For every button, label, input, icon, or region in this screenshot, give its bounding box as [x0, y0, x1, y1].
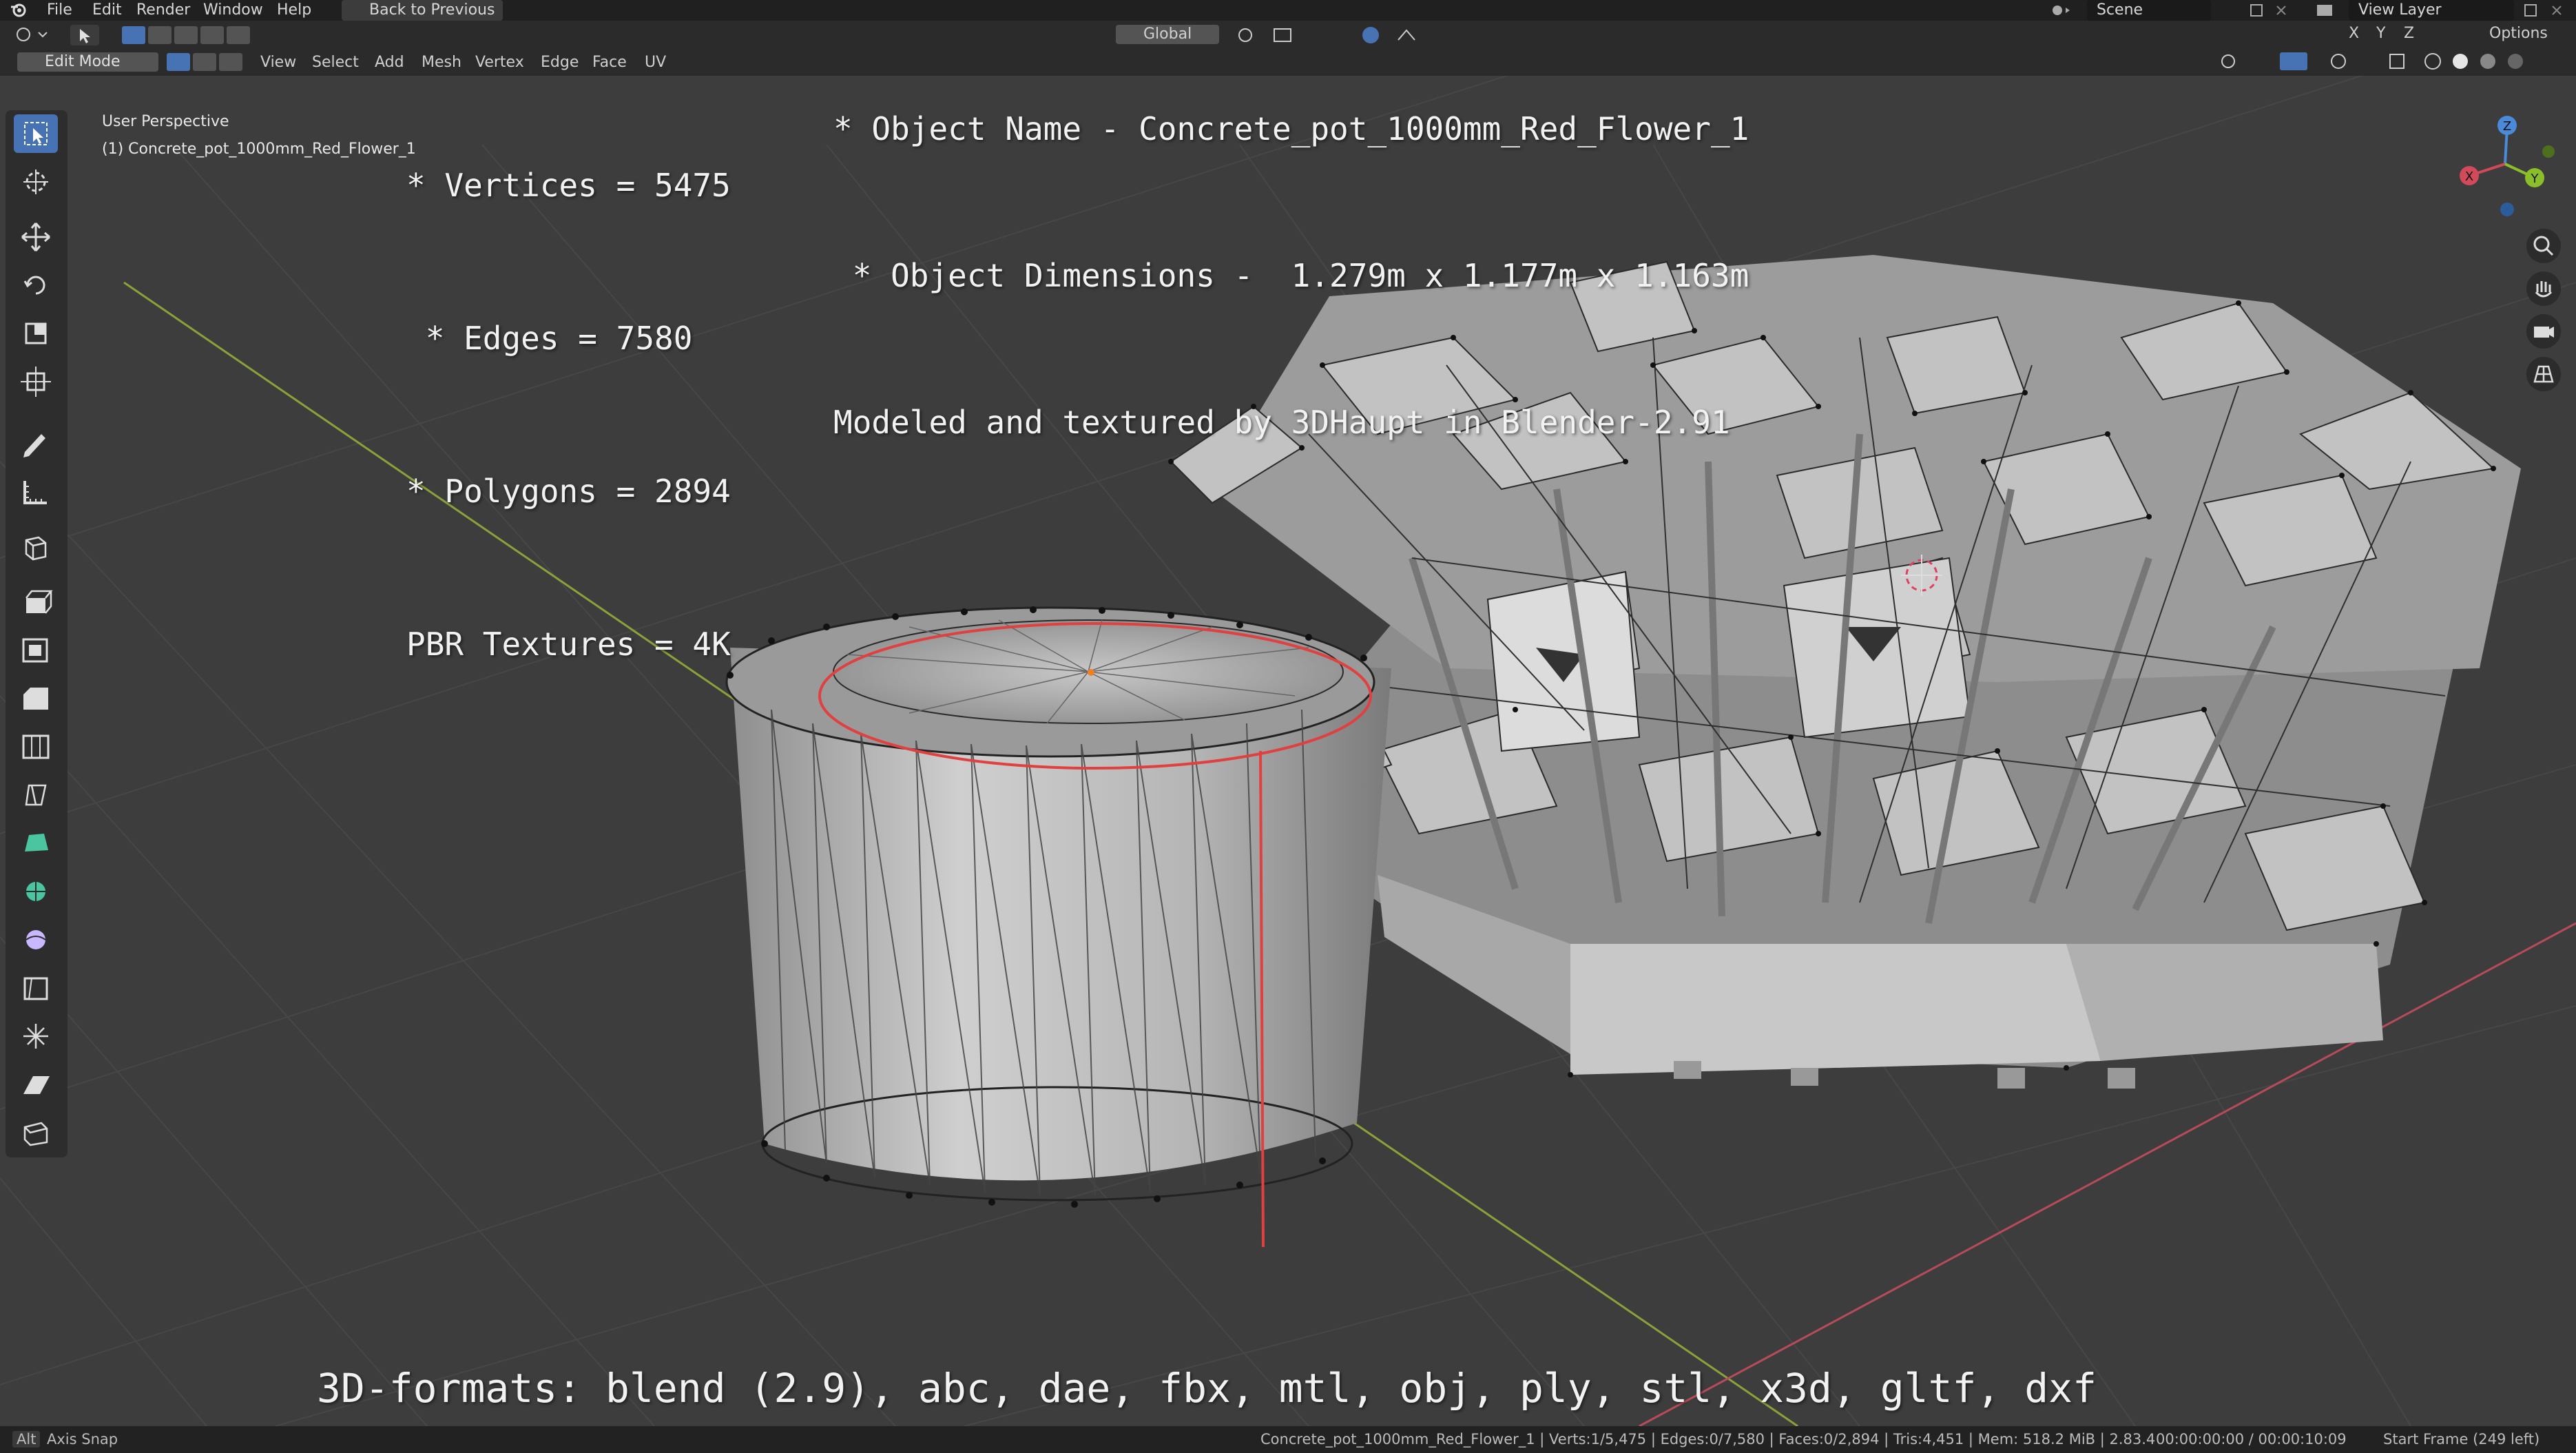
- back-to-previous-button[interactable]: Back to Previous: [342, 0, 503, 21]
- new-scene-icon[interactable]: [2247, 0, 2267, 21]
- select-box-tool-icon[interactable]: [14, 114, 58, 153]
- measure-tool-icon[interactable]: [14, 473, 58, 511]
- axis-x-toggle[interactable]: X: [2349, 25, 2359, 42]
- rip-region-tool-icon[interactable]: [14, 1113, 58, 1152]
- timeline-time: 00:00:00:00 / 00:00:10:09: [2156, 1431, 2347, 1447]
- polygons-stat: * Polygons = 2894: [406, 473, 731, 510]
- view-perspective-label: User Perspective: [102, 113, 229, 130]
- poly-build-tool-icon[interactable]: [14, 824, 58, 863]
- select-box-tool-icon[interactable]: [69, 23, 101, 51]
- stats-overlay: * Vertices = 5475 * Edges = 7580 * Polyg…: [406, 58, 731, 721]
- start-frame-info: Start Frame (249 left): [2383, 1431, 2540, 1447]
- view-layer-icon[interactable]: [2313, 0, 2340, 21]
- scene-field[interactable]: Scene: [2087, 0, 2211, 21]
- blender-logo-icon[interactable]: [10, 0, 28, 21]
- annotate-tool-icon[interactable]: [14, 424, 58, 463]
- pbr-textures-stat: PBR Textures = 4K: [406, 626, 731, 663]
- camera-view-icon[interactable]: [2526, 314, 2561, 349]
- menu-render[interactable]: Render: [136, 0, 190, 21]
- status-hint: Axis Snap: [47, 1431, 118, 1447]
- pan-hand-icon[interactable]: [2526, 271, 2561, 306]
- scene-statistics: Concrete_pot_1000mm_Red_Flower_1 | Verts…: [1260, 1431, 2156, 1447]
- inset-tool-icon[interactable]: [14, 631, 58, 670]
- shear-tool-icon[interactable]: [14, 1065, 58, 1104]
- active-vertex: [1088, 669, 1094, 676]
- gizmo-y-label: Y: [2531, 172, 2539, 186]
- close-scene-icon[interactable]: [2273, 0, 2289, 21]
- axis-z-toggle[interactable]: Z: [2404, 25, 2414, 42]
- menu-file[interactable]: File: [47, 0, 72, 21]
- gizmo-z-label: Z: [2503, 119, 2511, 134]
- axis-y-toggle[interactable]: Y: [2376, 25, 2385, 42]
- vertices-stat: * Vertices = 5475: [406, 167, 731, 204]
- perspective-toggle-icon[interactable]: [2526, 357, 2561, 391]
- select-mode-buttons[interactable]: [165, 50, 248, 78]
- edge-slide-tool-icon[interactable]: [14, 969, 58, 1007]
- viewport-shading-icons[interactable]: [2214, 50, 2559, 77]
- extrude-tool-icon[interactable]: [14, 583, 58, 621]
- scale-tool-icon[interactable]: [14, 314, 58, 353]
- transform-tool-icon[interactable]: [14, 362, 58, 401]
- object-dimensions-line: * Object Dimensions - 1.279m x 1.177m x …: [833, 257, 1749, 294]
- view-layer-field[interactable]: View Layer: [2349, 0, 2514, 21]
- bevel-tool-icon[interactable]: [14, 679, 58, 718]
- info-overlay: * Object Name - Concrete_pot_1000mm_Red_…: [833, 7, 1749, 496]
- close-view-layer-icon[interactable]: [2548, 0, 2565, 21]
- new-view-layer-icon[interactable]: [2521, 0, 2542, 21]
- loop-cut-tool-icon[interactable]: [14, 728, 58, 766]
- spin-tool-icon[interactable]: [14, 872, 58, 911]
- formats-caption: 3D-formats: blend (2.9), abc, dae, fbx, …: [317, 1365, 2097, 1412]
- edges-stat: * Edges = 7580: [406, 320, 693, 357]
- menu-window[interactable]: Window: [203, 0, 263, 21]
- menu-edit[interactable]: Edit: [92, 0, 122, 21]
- credits-line: Modeled and textured by 3DHaupt in Blend…: [833, 404, 1730, 441]
- menu-select[interactable]: Select: [312, 54, 359, 71]
- shrink-fatten-tool-icon[interactable]: [14, 1017, 58, 1055]
- selection-mode-icons[interactable]: [121, 23, 251, 51]
- smooth-tool-icon[interactable]: [14, 920, 58, 959]
- scene-icon[interactable]: [2049, 0, 2077, 21]
- knife-tool-icon[interactable]: [14, 776, 58, 814]
- gizmo-x-label: X: [2465, 169, 2473, 184]
- active-object-label: (1) Concrete_pot_1000mm_Red_Flower_1: [102, 141, 416, 158]
- menu-add[interactable]: Add: [375, 54, 404, 71]
- status-bar: Alt Axis Snap Concrete_pot_1000mm_Red_Fl…: [0, 1426, 2576, 1453]
- tool-shelf: [6, 110, 67, 1157]
- alt-key-badge: Alt: [12, 1431, 41, 1447]
- object-name-line: * Object Name - Concrete_pot_1000mm_Red_…: [833, 110, 1749, 147]
- rotate-tool-icon[interactable]: [14, 266, 58, 305]
- menu-view[interactable]: View: [260, 54, 296, 71]
- options-dropdown[interactable]: Options: [2489, 25, 2548, 42]
- zoom-icon[interactable]: [2526, 229, 2561, 263]
- move-tool-icon[interactable]: [14, 218, 58, 256]
- menu-help[interactable]: Help: [277, 0, 311, 21]
- editor-type-icon[interactable]: [11, 22, 52, 51]
- mode-dropdown[interactable]: Edit Mode: [17, 52, 158, 72]
- add-cube-tool-icon[interactable]: [14, 528, 58, 566]
- cursor-tool-icon[interactable]: [14, 163, 58, 201]
